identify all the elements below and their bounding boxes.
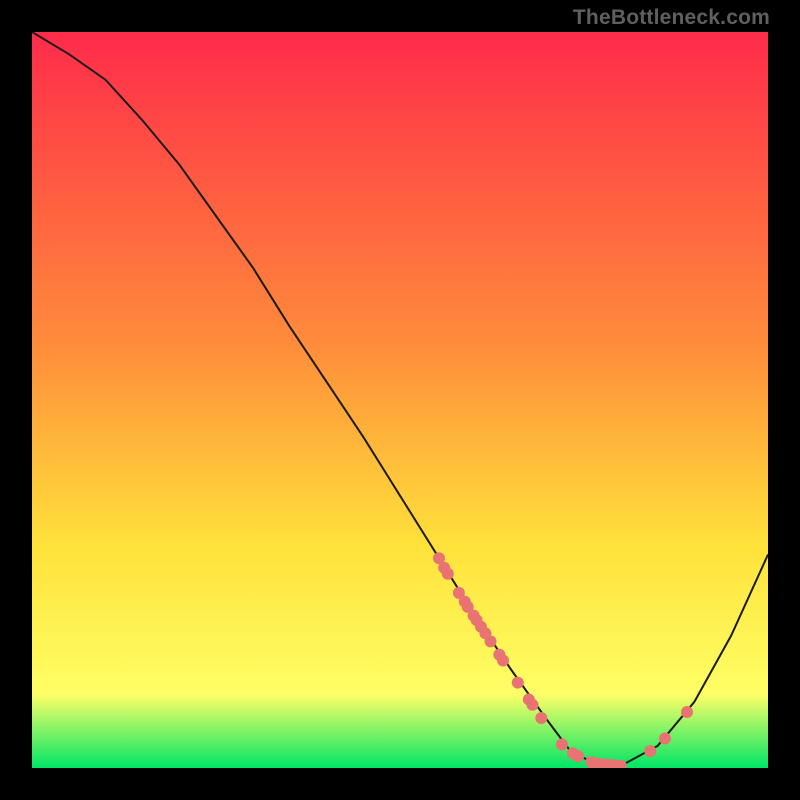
chart-stage: TheBottleneck.com (0, 0, 800, 800)
scatter-dot (442, 568, 454, 580)
scatter-dot (512, 677, 524, 689)
scatter-dot (526, 699, 538, 711)
scatter-dot (556, 738, 568, 750)
plot-area (32, 32, 768, 768)
chart-svg (32, 32, 768, 768)
watermark-text: TheBottleneck.com (573, 6, 770, 30)
scatter-dot (644, 745, 656, 757)
scatter-dot (497, 655, 509, 667)
plot-background (32, 32, 768, 768)
scatter-dot (681, 706, 693, 718)
scatter-dot (535, 712, 547, 724)
scatter-dot (485, 635, 497, 647)
scatter-dot (659, 733, 671, 745)
scatter-dot (572, 750, 584, 762)
